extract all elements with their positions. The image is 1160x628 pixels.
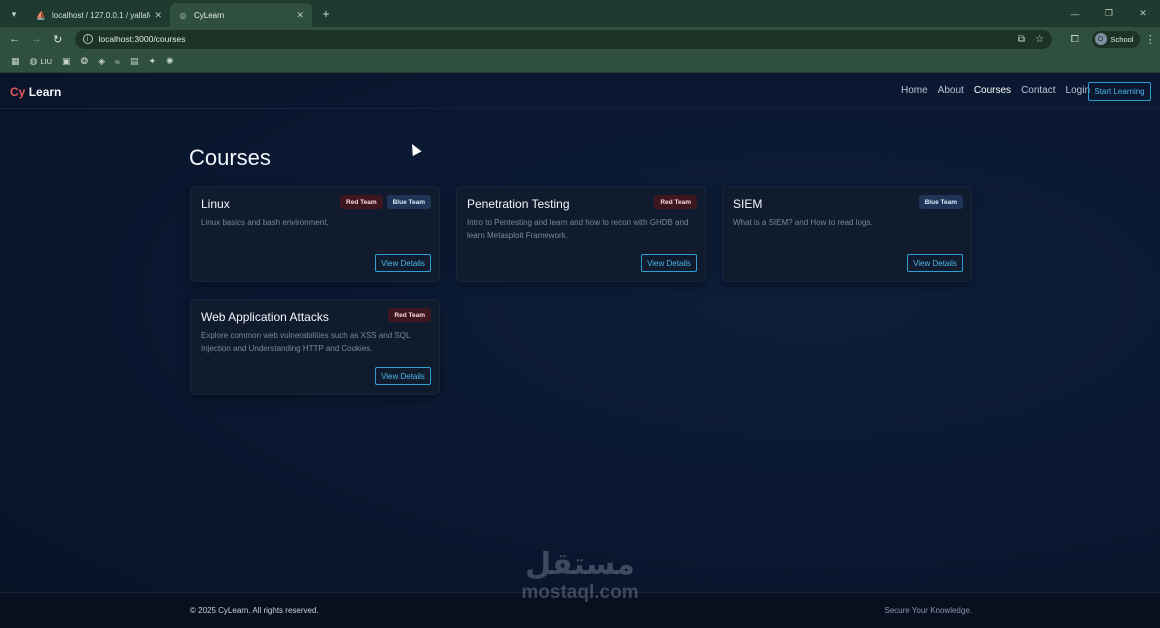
bookmark-label: LIU <box>40 57 53 66</box>
blue-team-badge: Blue Team <box>386 195 431 209</box>
bookmark-2[interactable]: ▣ <box>57 54 76 70</box>
bookmark-7[interactable]: ✦ <box>144 54 162 70</box>
view-details-button[interactable]: View Details <box>641 254 697 272</box>
footer-tagline: Secure Your Knowledge. <box>884 606 972 615</box>
address-toolbar: ← → ↻ i localhost:3000/courses ⧉ ☆ ⧠ O S… <box>0 27 1160 51</box>
course-card-web-application-attacks: Web Application Attacks Red Team Explore… <box>190 299 440 395</box>
course-card-penetration-testing: Penetration Testing Red Team Intro to Pe… <box>456 186 706 282</box>
watermark-latin: mostaql.com <box>521 582 639 603</box>
red-team-badge: Red Team <box>340 195 383 209</box>
view-details-button[interactable]: View Details <box>375 367 431 385</box>
minimize-icon[interactable]: — <box>1058 0 1092 27</box>
blue-team-badge: Blue Team <box>918 195 963 209</box>
close-window-icon[interactable]: ✕ <box>1126 0 1160 27</box>
site-navbar: Cy Learn Home About Courses Contact Logi… <box>0 74 1160 109</box>
tab-search-icon[interactable]: ▾ <box>6 6 22 22</box>
address-input[interactable]: i localhost:3000/courses ⧉ ☆ <box>74 29 1053 49</box>
forward-icon[interactable]: → <box>26 28 48 50</box>
watermark: مستقل mostaql.com <box>500 548 660 604</box>
extensions-icon[interactable]: ⧠ <box>1064 34 1086 45</box>
close-icon[interactable]: ✕ <box>296 10 304 21</box>
openai-icon: ❂ <box>80 56 89 66</box>
bookmark-icon: ◈ <box>98 56 106 66</box>
course-description: Linux basics and bash environment. <box>201 218 329 227</box>
profile-button[interactable]: O School <box>1091 30 1141 48</box>
bookmark-icon: ≈ <box>115 56 120 67</box>
bookmark-6[interactable]: ▤ <box>125 54 144 70</box>
nav-links: Home About Courses Contact Login <box>891 85 1090 96</box>
grid-icon: ▦ <box>11 56 20 66</box>
bookmark-apps[interactable]: ▦ <box>6 54 25 70</box>
bookmark-8[interactable]: ✺ <box>161 54 179 70</box>
avatar: O <box>1094 33 1107 45</box>
bookmark-4[interactable]: ◈ <box>93 54 110 70</box>
globe-icon: ◍ <box>29 56 38 66</box>
tab-title: localhost / 127.0.0.1 / yallafood <box>52 10 150 20</box>
bookmark-3[interactable]: ❂ <box>76 54 94 70</box>
bookmark-icon: ▤ <box>129 56 139 66</box>
close-icon[interactable]: ✕ <box>154 10 162 21</box>
course-title: SIEM <box>733 197 763 211</box>
menu-kebab-icon[interactable]: ⋮ <box>1140 33 1160 46</box>
browser-tab-1[interactable]: ◎ CyLearn ✕ <box>170 3 312 27</box>
view-details-button[interactable]: View Details <box>375 254 431 272</box>
course-badges: Red Team <box>384 308 431 322</box>
view-details-button[interactable]: View Details <box>907 254 963 272</box>
course-description: What is a SIEM? and How to read logs. <box>733 218 873 227</box>
course-badges: Blue Team <box>915 195 963 209</box>
course-title: Penetration Testing <box>467 197 570 211</box>
watermark-arabic: مستقل <box>525 547 635 582</box>
address-url: localhost:3000/courses <box>98 34 186 44</box>
start-learning-button[interactable]: Start Learning <box>1088 82 1151 101</box>
brand-learn: Learn <box>28 85 62 99</box>
maximize-icon[interactable]: ❐ <box>1092 0 1126 27</box>
course-description: Explore common web vulnerabilities such … <box>201 331 411 353</box>
course-badges: Red Team <box>650 195 697 209</box>
nav-about[interactable]: About <box>938 85 964 96</box>
bookmark-icon: ✺ <box>166 56 174 66</box>
course-title: Web Application Attacks <box>201 310 329 324</box>
brand-logo[interactable]: Cy Learn <box>10 85 61 99</box>
course-card-siem: SIEM Blue Team What is a SIEM? and How t… <box>722 186 972 282</box>
nav-contact[interactable]: Contact <box>1021 85 1055 96</box>
course-badges: Red Team Blue Team <box>336 195 431 209</box>
site-info-icon[interactable]: i <box>82 34 93 44</box>
course-title: Linux <box>201 197 230 211</box>
course-card-linux: Linux Red Team Blue Team Linux basics an… <box>190 186 440 282</box>
nav-courses[interactable]: Courses <box>974 85 1011 96</box>
install-app-icon[interactable]: ⧉ <box>1018 34 1025 45</box>
bookmark-liu[interactable]: ◍ LIU <box>25 54 58 70</box>
footer-copyright: © 2025 CyLearn. All rights reserved. <box>190 606 319 615</box>
profile-label: School <box>1110 34 1134 44</box>
nav-login[interactable]: Login <box>1066 85 1090 96</box>
page-title: Courses <box>189 145 271 170</box>
star-icon[interactable]: ☆ <box>1035 34 1044 45</box>
nav-home[interactable]: Home <box>901 85 928 96</box>
bookmark-5[interactable]: ≈ <box>110 54 125 70</box>
tab-title: CyLearn <box>194 10 225 20</box>
browser-tab-bar: ▾ ⛵ localhost / 127.0.0.1 / yallafood ✕ … <box>0 0 1160 27</box>
course-description: Intro to Pentesting and learn and how to… <box>467 218 689 240</box>
window-controls: — ❐ ✕ <box>1058 0 1160 27</box>
reload-icon[interactable]: ↻ <box>47 28 69 50</box>
bookmark-icon: ✦ <box>148 56 157 66</box>
red-team-badge: Red Team <box>388 308 431 322</box>
back-icon[interactable]: ← <box>4 28 26 50</box>
new-tab-button[interactable]: + <box>316 4 336 24</box>
red-team-badge: Red Team <box>654 195 697 209</box>
bookmark-icon: ▣ <box>62 56 71 66</box>
site-viewport: Cy Learn Home About Courses Contact Logi… <box>0 74 1160 628</box>
bookmarks-bar: ▦ ◍ LIU ▣ ❂ ◈ ≈ ▤ ✦ ✺ <box>0 51 1160 73</box>
brand-cy: Cy <box>10 85 26 99</box>
globe-icon: ◎ <box>179 10 187 20</box>
phpmyadmin-icon: ⛵ <box>36 10 46 20</box>
browser-tab-0[interactable]: ⛵ localhost / 127.0.0.1 / yallafood ✕ <box>28 3 170 27</box>
